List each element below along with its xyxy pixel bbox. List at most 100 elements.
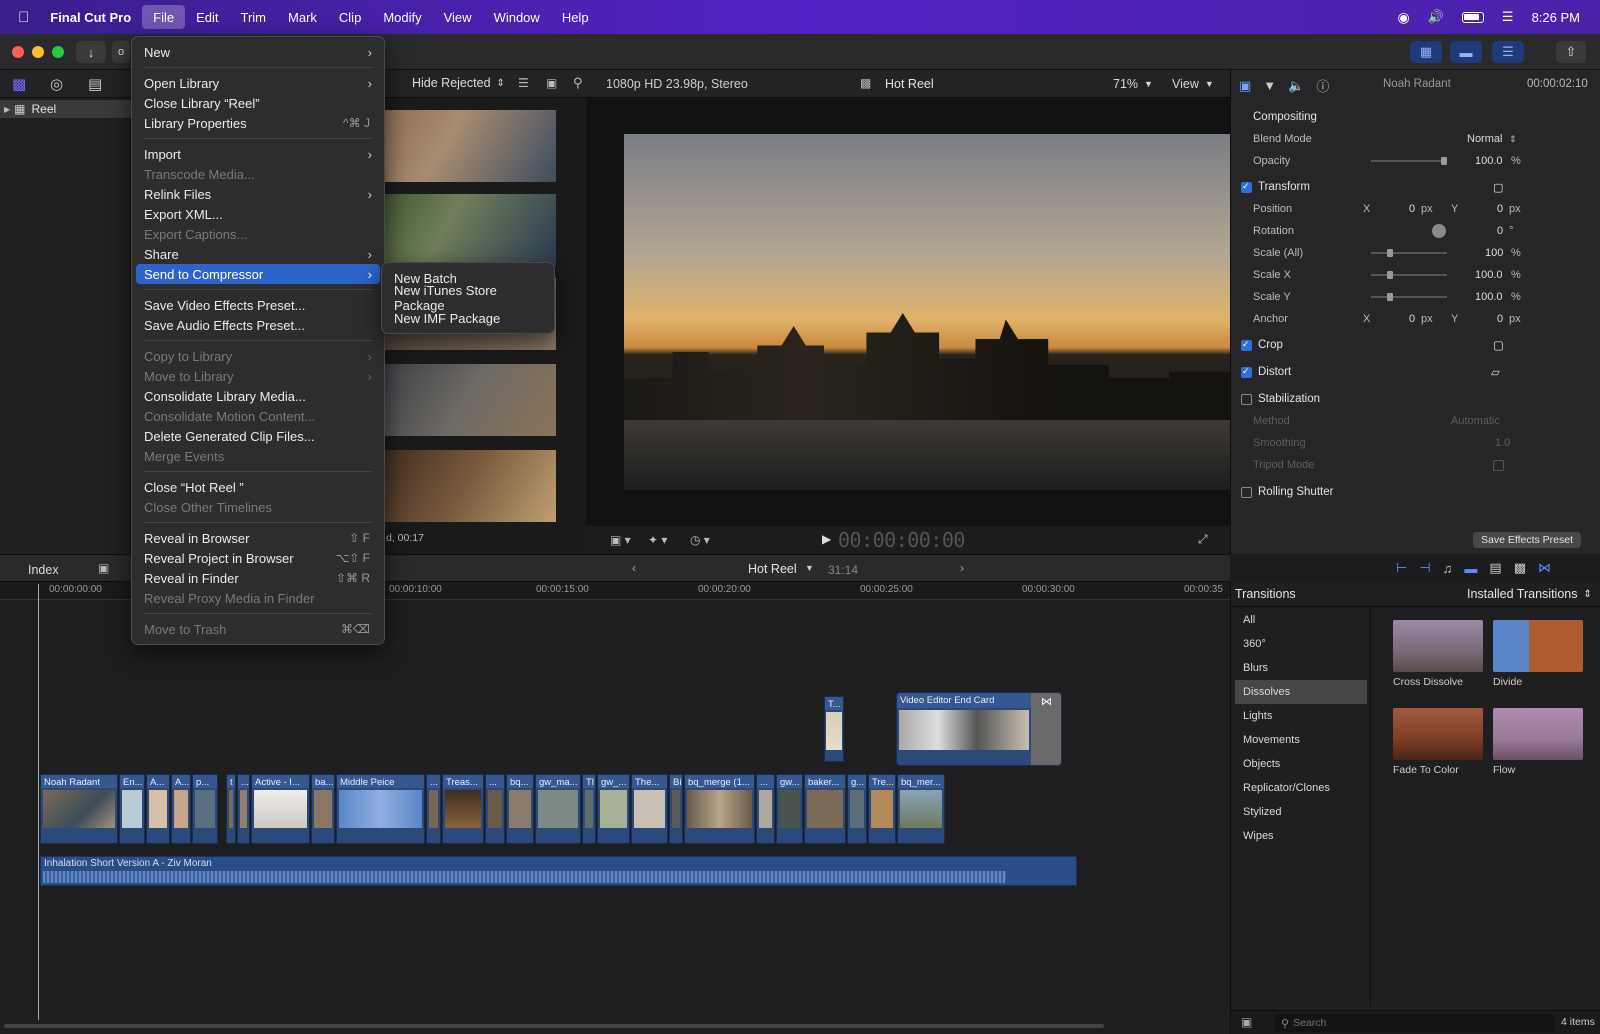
clip[interactable]: ... [237, 774, 250, 844]
clip[interactable]: Noah Radant [40, 774, 118, 844]
transform-section[interactable]: Transform ▢ [1231, 176, 1600, 198]
opacity-slider-knob[interactable] [1441, 157, 1447, 165]
clip[interactable]: Active - I... [251, 774, 310, 844]
category-blurs[interactable]: Blurs [1235, 656, 1367, 680]
app-menu[interactable]: Final Cut Pro [39, 5, 142, 29]
connected-clip[interactable]: T... [824, 696, 844, 762]
category-objects[interactable]: Objects [1235, 752, 1367, 776]
scale-all-slider-knob[interactable] [1387, 249, 1393, 257]
position-y-value[interactable]: 0 [1497, 203, 1503, 215]
menu-item-reveal-in-browser[interactable]: Reveal in Browser ⇧ F [132, 528, 384, 548]
browser-thumbnail[interactable] [376, 364, 556, 436]
keywords-button[interactable]: o [112, 41, 130, 63]
view-dropdown[interactable]: View ▼ [1172, 77, 1214, 91]
library-item-reel[interactable]: ▶ ▦ Reel [0, 100, 131, 118]
minimize-window-button[interactable] [32, 46, 44, 58]
clip[interactable]: A... [146, 774, 170, 844]
search-icon[interactable]: ⚲ [573, 75, 583, 91]
timeline-scrollbar[interactable] [4, 1024, 1104, 1028]
menu-item-relink-files[interactable]: Relink Files › [132, 184, 384, 204]
scale-y-value[interactable]: 100.0 [1475, 291, 1503, 303]
clip[interactable]: Tre... [868, 774, 896, 844]
disclosure-triangle-icon[interactable]: ▶ [4, 105, 10, 114]
rotation-dial-icon[interactable] [1432, 224, 1446, 238]
flow-thumbnail[interactable] [1493, 708, 1583, 760]
scale-x-slider[interactable] [1371, 274, 1447, 276]
rolling-shutter-section[interactable]: Rolling Shutter [1231, 481, 1600, 503]
save-effects-preset-button[interactable]: Save Effects Preset [1473, 532, 1582, 548]
volume-icon[interactable]: 🔊 [1428, 9, 1444, 25]
control-center-icon[interactable]: ☰ [1502, 9, 1514, 25]
category-replicator-clones[interactable]: Replicator/Clones [1235, 776, 1367, 800]
anchor-x-value[interactable]: 0 [1409, 313, 1415, 325]
menu-item-new[interactable]: New › [132, 42, 384, 62]
distort-checkbox[interactable] [1241, 366, 1252, 378]
menu-modify[interactable]: Modify [372, 5, 432, 29]
timecode-display[interactable]: 00:00:00:00 [838, 528, 965, 552]
solo-icon[interactable]: ♫ [1443, 561, 1453, 576]
category-movements[interactable]: Movements [1235, 728, 1367, 752]
menu-clip[interactable]: Clip [328, 5, 372, 29]
rotation-value[interactable]: 0 [1497, 225, 1503, 237]
clip[interactable]: ba... [311, 774, 335, 844]
category-360[interactable]: 360° [1235, 632, 1367, 656]
viewer-image[interactable] [624, 134, 1230, 490]
menu-item-library-properties[interactable]: Library Properties ^⌘ J [132, 113, 384, 133]
crop-checkbox[interactable] [1241, 339, 1252, 351]
distort-onscreen-icon[interactable]: ▱ [1491, 365, 1500, 379]
clip[interactable]: ... [426, 774, 441, 844]
clip[interactable]: t [226, 774, 236, 844]
category-lights[interactable]: Lights [1235, 704, 1367, 728]
crop-onscreen-icon[interactable]: ▢ [1493, 338, 1504, 352]
menu-item-open-library[interactable]: Open Library › [132, 73, 384, 93]
snapping-icon[interactable]: ▬ [1464, 561, 1477, 576]
distort-section[interactable]: Distort ▱ [1231, 361, 1600, 383]
scale-x-value[interactable]: 100.0 [1475, 269, 1503, 281]
audio-skimming-icon[interactable]: ⊣ [1419, 560, 1430, 576]
chevron-down-icon[interactable]: ▼ [805, 563, 814, 573]
menu-edit[interactable]: Edit [185, 5, 229, 29]
enhance-icon[interactable]: ✦ ▾ [648, 533, 667, 547]
menu-item-reveal-in-finder[interactable]: Reveal in Finder ⇧⌘ R [132, 568, 384, 588]
menu-help[interactable]: Help [551, 5, 600, 29]
play-icon[interactable]: ▶ [822, 532, 831, 546]
blend-mode-dropdown[interactable]: Normal [1467, 133, 1502, 145]
menu-item-import[interactable]: Import › [132, 144, 384, 164]
clip-appearance-icon[interactable]: ▣ [98, 561, 109, 575]
menu-item-consolidate-library-media[interactable]: Consolidate Library Media... [132, 386, 384, 406]
stabilization-checkbox[interactable] [1241, 393, 1252, 405]
titles-icon[interactable]: ▤ [88, 75, 102, 93]
rolling-shutter-checkbox[interactable] [1241, 486, 1252, 498]
clip[interactable]: The... [631, 774, 668, 844]
cross-dissolve-thumbnail[interactable] [1393, 620, 1483, 672]
effects-browser-icon[interactable]: ▩ [1514, 560, 1526, 576]
back-arrow-icon[interactable]: ‹ [632, 561, 636, 575]
clip-appearance-icon[interactable]: ▣ [546, 76, 557, 90]
clip[interactable]: bq... [506, 774, 534, 844]
compositing-section[interactable]: Compositing [1231, 106, 1600, 128]
scale-all-value[interactable]: 100 [1485, 247, 1503, 259]
menu-mark[interactable]: Mark [277, 5, 328, 29]
transitions-search[interactable]: ⚲ [1275, 1014, 1555, 1032]
menu-window[interactable]: Window [483, 5, 551, 29]
clip[interactable]: gw... [776, 774, 803, 844]
share-button[interactable]: ⇧ [1556, 41, 1586, 63]
transform-onscreen-icon[interactable]: ▢ [1493, 181, 1503, 194]
transform-icon[interactable]: ▣ ▾ [610, 533, 631, 547]
playhead[interactable] [38, 584, 39, 1020]
menu-item-share[interactable]: Share › [132, 244, 384, 264]
clip[interactable]: gw_ma... [535, 774, 581, 844]
divide-thumbnail[interactable] [1493, 620, 1583, 672]
position-x-value[interactable]: 0 [1409, 203, 1415, 215]
fade-to-color-thumbnail[interactable] [1393, 708, 1483, 760]
clip[interactable]: p... [192, 774, 218, 844]
timeline-project-name[interactable]: Hot Reel [748, 562, 797, 576]
menu-item-close-hot-reel[interactable]: Close “Hot Reel ” [132, 477, 384, 497]
timeline-index-button[interactable]: Index [28, 563, 59, 577]
clip[interactable]: A... [171, 774, 191, 844]
clip[interactable]: Middle Peice [336, 774, 425, 844]
menu-trim[interactable]: Trim [230, 5, 278, 29]
crop-section[interactable]: Crop ▢ [1231, 334, 1600, 356]
opacity-value[interactable]: 100.0 [1475, 155, 1503, 167]
connected-clip-end-card[interactable]: Video Editor End Card ⋈ [896, 692, 1062, 766]
